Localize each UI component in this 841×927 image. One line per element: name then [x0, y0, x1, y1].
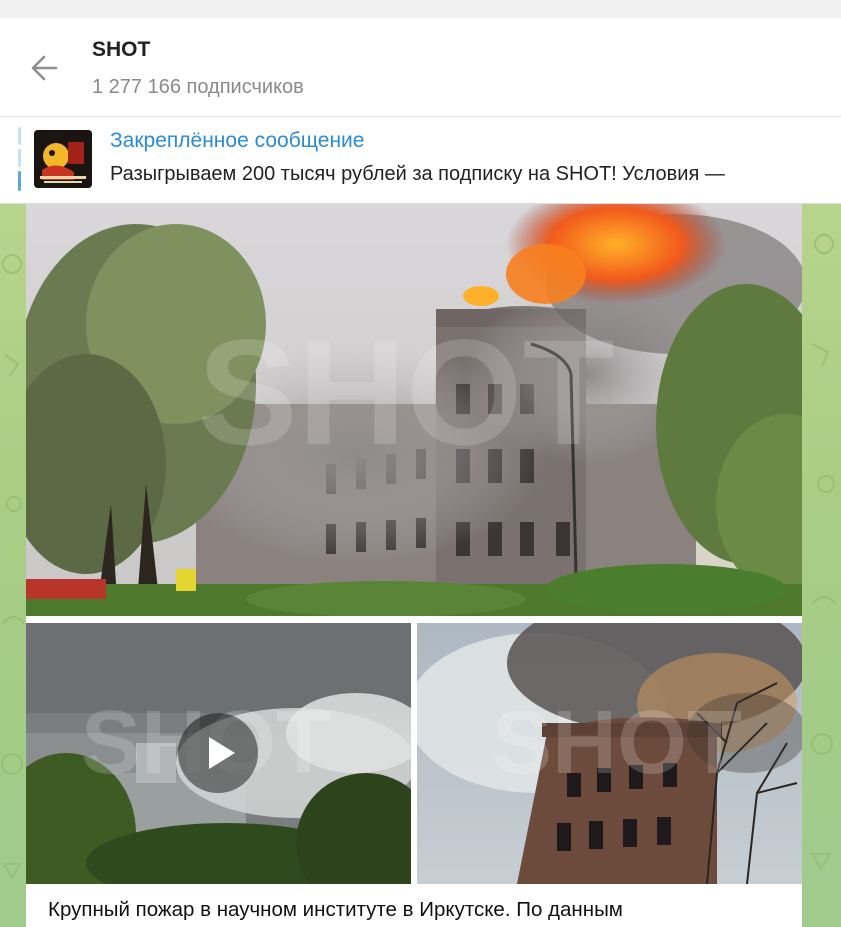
post-caption: Крупный пожар в научном институте в Ирку… [48, 898, 623, 921]
watermark: SHOT [198, 308, 615, 476]
post-video[interactable]: SHOT [26, 623, 411, 884]
pinned-indicator [18, 127, 21, 145]
pinned-title: Закреплённое сообщение [110, 129, 365, 152]
post-photo-main[interactable]: SHOT [26, 204, 802, 616]
subscriber-count: 1 277 166 подписчиков [92, 76, 304, 98]
arrow-left-icon [31, 55, 58, 81]
watermark: SHOT [492, 693, 742, 793]
pinned-message-bar[interactable]: Закреплённое сообщение Разыгрываем 200 т… [0, 117, 841, 204]
channel-title[interactable]: SHOT [92, 38, 150, 62]
play-button[interactable] [178, 713, 258, 793]
pinned-indicator-active [18, 171, 21, 191]
play-icon [209, 737, 235, 769]
pinned-text: Разыгрываем 200 тысяч рублей за подписку… [110, 163, 725, 185]
pinned-thumbnail [34, 130, 92, 188]
channel-header: SHOT 1 277 166 подписчиков [0, 18, 841, 117]
chat-area: SHOT SHOT SHOT Крупный пожар в научном и… [0, 204, 841, 927]
post-photo-secondary[interactable]: SHOT [417, 623, 802, 884]
back-button[interactable] [26, 48, 66, 88]
window-top-strip [0, 0, 841, 18]
pinned-indicator [18, 149, 21, 167]
